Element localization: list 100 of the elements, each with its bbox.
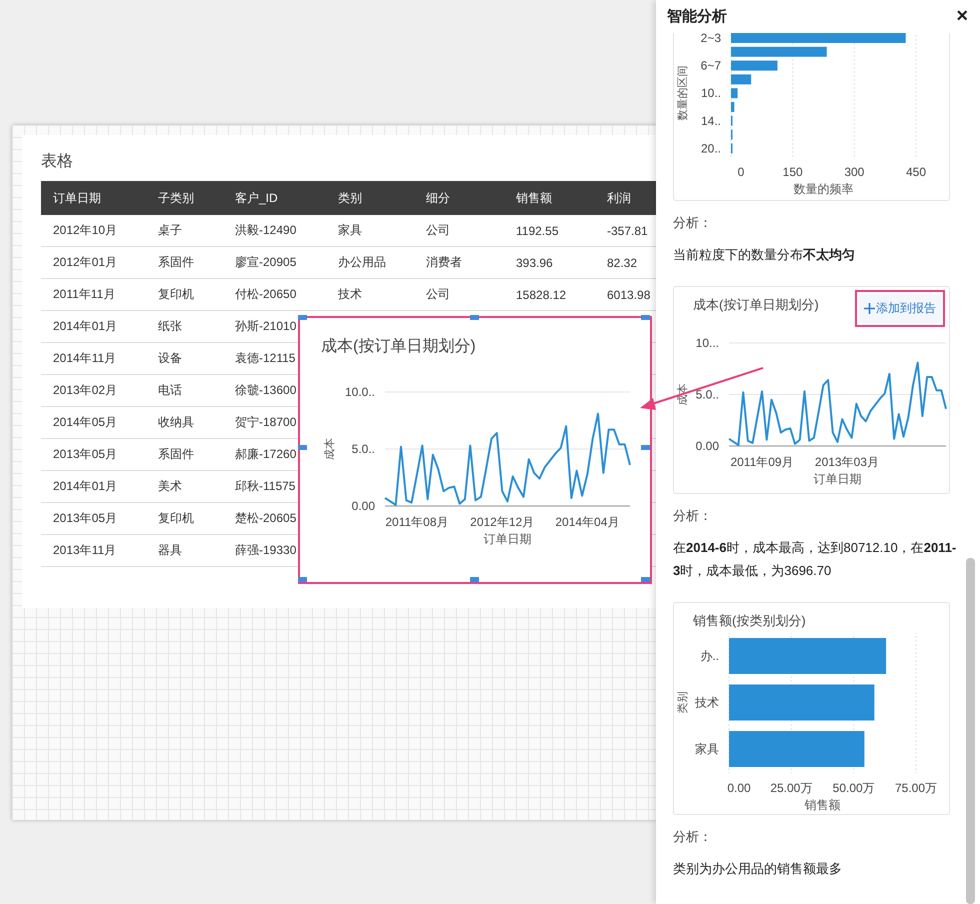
- category-label: 10..: [700, 86, 721, 100]
- table-cell: 美术: [146, 470, 223, 502]
- tick-label: 50.00万: [832, 781, 875, 795]
- analysis-label: 分析：: [673, 214, 713, 232]
- tick-label: 0.00: [696, 439, 719, 453]
- table-cell: 廖宣-20905: [223, 246, 326, 278]
- bar: [731, 60, 778, 71]
- table-cell: 洪毅-12490: [223, 215, 326, 246]
- analysis-label: 分析：: [673, 828, 713, 846]
- tick-label: 2014年04月: [555, 515, 620, 529]
- column-header[interactable]: 细分: [414, 181, 504, 215]
- column-header[interactable]: 利润: [595, 181, 656, 215]
- category-label: 6~7: [700, 58, 721, 73]
- table-cell: 2013年05月: [41, 438, 146, 470]
- analysis-text: 当前粒度下的数量分布不太均匀: [673, 246, 856, 264]
- table-cell: 消费者: [414, 246, 504, 278]
- table-cell: 2013年02月: [41, 374, 146, 406]
- add-to-report-button[interactable]: 添加到报告: [859, 294, 941, 323]
- table-cell: 收纳具: [146, 406, 223, 438]
- tick-label: 300: [844, 165, 864, 179]
- table-cell: 技术: [326, 278, 414, 310]
- table-cell: 2013年11月: [41, 534, 146, 566]
- tick-label: 2013年03月: [814, 455, 879, 469]
- table-cell: 2011年11月: [41, 278, 146, 310]
- table-cell: 付松-20650: [223, 278, 326, 310]
- tick-label: 10...: [696, 336, 719, 350]
- tick-label: 150: [782, 165, 803, 179]
- tick-label: 0: [738, 165, 744, 179]
- bar: [731, 102, 734, 112]
- column-header[interactable]: 销售额: [504, 181, 595, 215]
- table-cell: 办公用品: [326, 246, 414, 278]
- table-cell: 家具: [326, 215, 414, 246]
- table-cell: 复印机: [146, 502, 223, 534]
- resize-handle[interactable]: [641, 445, 650, 450]
- analysis-label: 分析：: [673, 507, 713, 525]
- column-header[interactable]: 客户_ID: [223, 181, 326, 215]
- column-header[interactable]: 子类别: [146, 181, 223, 215]
- category-label: 2~3: [700, 33, 721, 45]
- panel-title: 智能分析: [667, 7, 727, 26]
- table-cell: 1192.55: [504, 215, 595, 246]
- axis-title: 销售额: [804, 798, 840, 812]
- table-cell: 2013年05月: [41, 502, 146, 534]
- tick-label: 0.00: [352, 499, 375, 513]
- table-cell: 2014年01月: [41, 470, 146, 502]
- chart-title: 成本(按订单日期划分): [693, 296, 819, 314]
- table-cell: 复印机: [146, 278, 223, 310]
- table-cell: 2014年11月: [41, 342, 146, 374]
- table-cell: 系固件: [146, 246, 223, 278]
- tick-label: 5.0..: [696, 388, 719, 402]
- table-cell: 桌子: [146, 215, 223, 246]
- column-header[interactable]: 类别: [326, 181, 414, 215]
- table-cell: 纸张: [146, 310, 223, 342]
- axis-title: 数量的频率: [794, 182, 854, 196]
- analysis-text: 在2014-6时，成本最高，达到80712.10，在2011-3时，成本最低，为3696.70: [673, 539, 958, 580]
- plus-icon: [864, 303, 875, 314]
- table-cell: 2014年01月: [41, 310, 146, 342]
- scrollbar[interactable]: [966, 558, 975, 904]
- resize-handle[interactable]: [470, 577, 479, 582]
- category-label: 技术: [695, 696, 719, 710]
- tick-label: 75.00万: [894, 781, 938, 795]
- analysis-text: 类别为办公用品的销售额最多: [673, 860, 843, 878]
- tick-label: 2011年09月: [730, 455, 794, 469]
- category-label: 14..: [700, 114, 721, 128]
- tick-label: 2012年12月: [470, 515, 534, 529]
- axis-title: 成本: [324, 438, 336, 460]
- column-header[interactable]: 订单日期: [41, 181, 146, 215]
- table-cell: 公司: [414, 215, 504, 246]
- table-cell: 器具: [146, 534, 223, 566]
- table-cell: 15828.12: [504, 278, 595, 310]
- axis-title: 数量的区间: [677, 66, 689, 121]
- close-button[interactable]: ×: [956, 5, 968, 28]
- bar: [731, 74, 752, 84]
- axis-title: 类别: [677, 692, 689, 714]
- tick-label: 2011年08月: [385, 515, 449, 529]
- table-cell: 2012年10月: [41, 215, 146, 246]
- bar: [731, 88, 738, 98]
- resize-handle[interactable]: [641, 577, 650, 582]
- resize-handle[interactable]: [298, 577, 307, 582]
- chart-title: 销售额(按类别划分): [693, 612, 806, 630]
- table-cell: 公司: [414, 278, 504, 310]
- resize-handle[interactable]: [470, 315, 479, 320]
- axis-title: 成本: [677, 384, 689, 406]
- category-label: 家具: [695, 742, 719, 756]
- table-cell: 2012年01月: [41, 246, 146, 278]
- tick-label: 450: [906, 165, 926, 179]
- table-cell: 系固件: [146, 438, 223, 470]
- table-cell: 393.96: [504, 246, 595, 278]
- resize-handle[interactable]: [298, 445, 307, 450]
- resize-handle[interactable]: [298, 315, 307, 320]
- category-label: 办..: [700, 649, 719, 663]
- axis-title: 订单日期: [814, 472, 862, 486]
- tick-label: 25.00万: [770, 781, 812, 795]
- table-title: 表格: [41, 152, 74, 172]
- tick-label: 0.00: [727, 781, 751, 795]
- resize-handle[interactable]: [641, 315, 650, 320]
- table-cell: 2014年05月: [41, 406, 146, 438]
- chart-widget[interactable]: 成本(按订单日期划分) 0.00 5.0.. 10.0.. 成本 2011年08月 2012年12月 2014年04月 订单日期: [298, 316, 652, 584]
- axis-title: 订单日期: [484, 532, 532, 546]
- tick-label: 5.0..: [352, 442, 375, 456]
- table-cell: 设备: [146, 342, 223, 374]
